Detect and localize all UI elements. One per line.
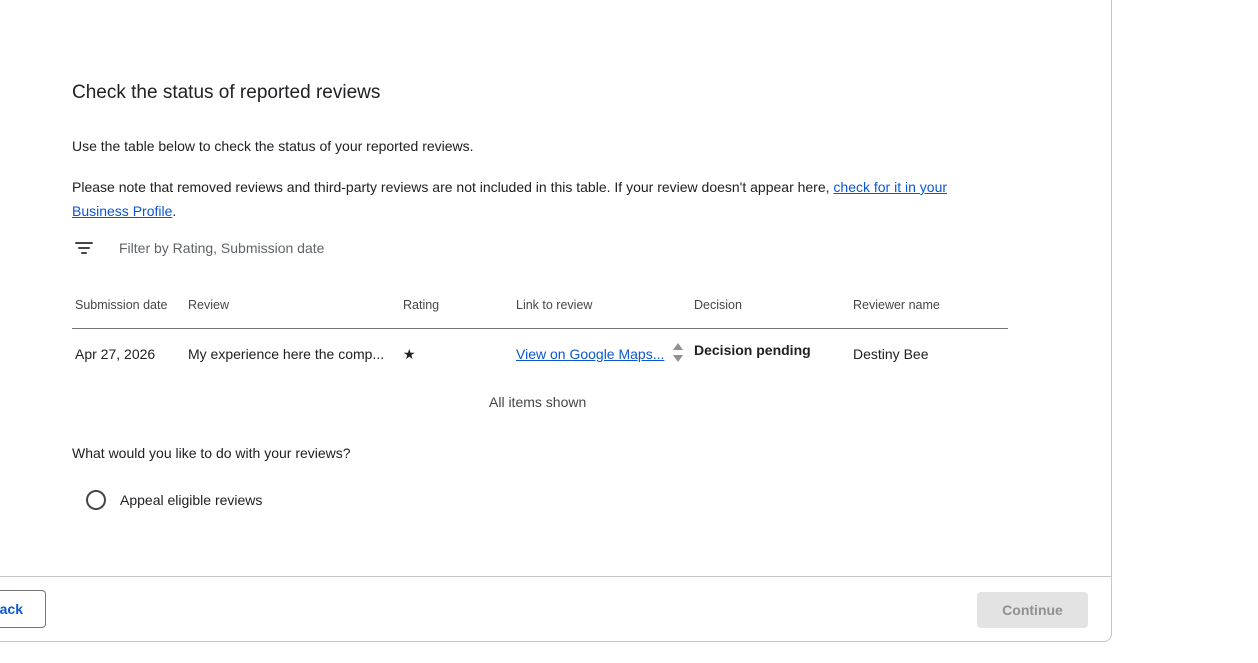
note-suffix: . xyxy=(172,203,177,219)
sort-arrows-icon[interactable] xyxy=(673,343,683,365)
view-on-maps-link[interactable]: View on Google Maps... xyxy=(516,346,666,362)
column-header-link: Link to review xyxy=(516,298,593,312)
footer-divider xyxy=(0,576,1112,577)
reported-reviews-table: Submission date Review Rating Link to re… xyxy=(72,292,1008,379)
review-cell: My experience here the comp... xyxy=(188,346,385,362)
appeal-option-label[interactable]: Appeal eligible reviews xyxy=(120,492,262,508)
column-header-review: Review xyxy=(188,298,229,312)
rating-star-icon: ★ xyxy=(403,346,416,362)
column-header-decision: Decision xyxy=(694,298,742,312)
page-title: Check the status of reported reviews xyxy=(72,82,381,103)
appeal-option[interactable]: Appeal eligible reviews xyxy=(86,490,262,510)
submission-date-cell: Apr 27, 2026 xyxy=(75,346,156,362)
back-button[interactable]: ack xyxy=(0,590,46,628)
continue-button: Continue xyxy=(977,592,1088,628)
column-header-submission-date[interactable]: Submission date xyxy=(75,298,167,312)
reviewer-name-cell: Destiny Bee xyxy=(853,346,929,362)
radio-button[interactable] xyxy=(86,490,106,510)
table-footer-status: All items shown xyxy=(489,394,587,410)
note-prefix: Please note that removed reviews and thi… xyxy=(72,179,834,195)
intro-text: Use the table below to check the status … xyxy=(72,138,474,154)
filter-bar[interactable]: Filter by Rating, Submission date xyxy=(72,236,324,260)
filter-list-icon[interactable] xyxy=(72,236,96,260)
column-header-rating[interactable]: Rating xyxy=(403,298,439,312)
table-header: Submission date Review Rating Link to re… xyxy=(72,292,1008,329)
action-question: What would you like to do with your revi… xyxy=(72,445,351,461)
note-text: Please note that removed reviews and thi… xyxy=(72,175,1002,223)
filter-input[interactable]: Filter by Rating, Submission date xyxy=(119,240,324,256)
column-header-reviewer-name: Reviewer name xyxy=(853,298,940,312)
decision-status: Decision pending xyxy=(694,342,811,358)
table-row: Apr 27, 2026 My experience here the comp… xyxy=(72,329,1008,379)
